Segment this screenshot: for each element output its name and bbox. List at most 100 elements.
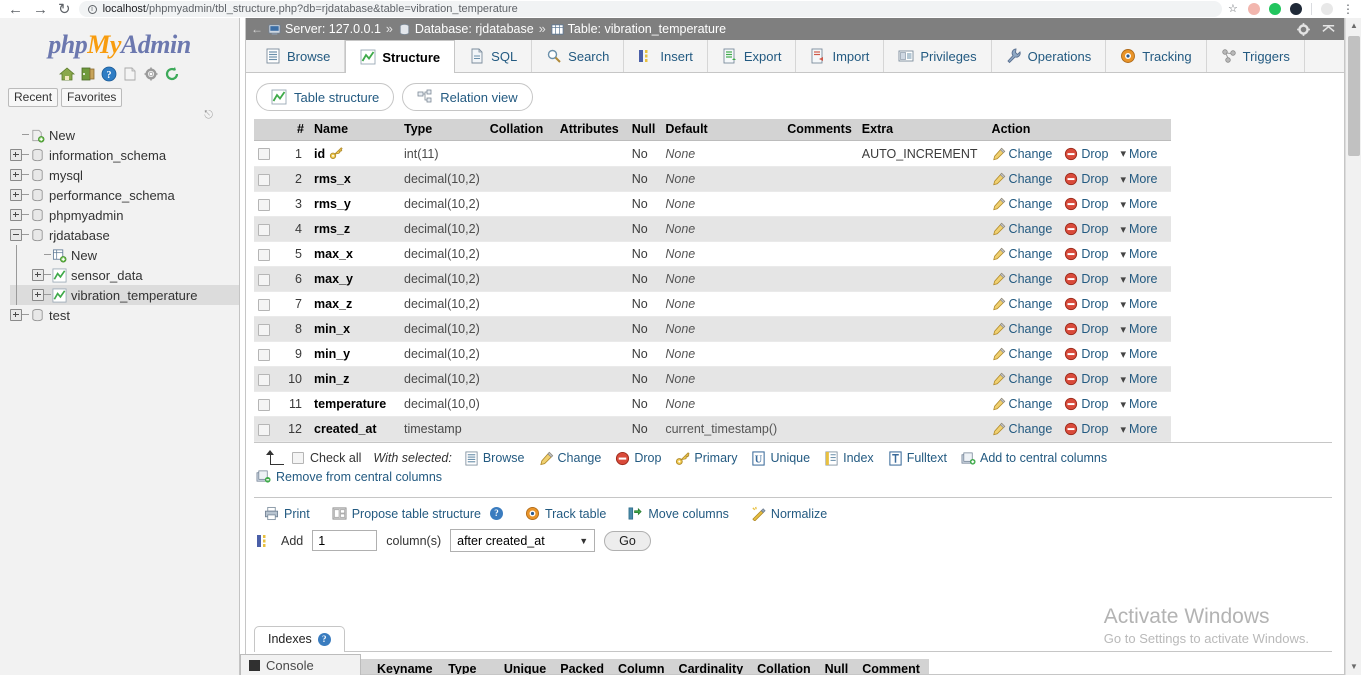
phpmyadmin-logo[interactable]: phpMyAdmin [0,18,239,64]
more-link[interactable]: ▾ More [1120,422,1157,436]
extension-icon-1[interactable] [1248,3,1260,15]
change-link[interactable]: Change [992,322,1052,336]
change-link[interactable]: Change [992,297,1052,311]
check-all-label[interactable]: Check all [310,451,361,465]
tree-node-new[interactable]: New [10,125,239,145]
change-link[interactable]: Change [992,397,1052,411]
more-link[interactable]: ▾ More [1120,272,1157,286]
tree-node-phpmyadmin[interactable]: phpmyadmin [10,205,239,225]
row-checkbox[interactable] [258,398,270,411]
add-column-position-select[interactable]: after created_at ▼ [450,529,596,552]
drop-link[interactable]: Drop [1064,247,1108,261]
header-default[interactable]: Default [661,119,784,141]
nav-tab-favorites[interactable]: Favorites [61,88,123,107]
change-link[interactable]: Change [992,197,1052,211]
header-collation[interactable]: Collation [485,119,556,141]
breadcrumb-server[interactable]: Server: 127.0.0.1 [268,22,381,36]
row-checkbox[interactable] [258,248,270,261]
ops-move-columns[interactable]: Move columns [628,506,729,521]
table-row[interactable]: 6 max_y decimal(10,2) No None Change Drop ▾ More [254,266,1172,292]
subtab-relation-view[interactable]: Relation view [402,83,533,111]
tree-node-label[interactable]: test [49,308,70,323]
add-column-count-input[interactable] [312,530,378,551]
tree-node-label[interactable]: rjdatabase [49,228,110,243]
tree-node-label[interactable]: information_schema [49,148,166,163]
with-selected-primary[interactable]: Primary [675,451,737,466]
tree-node-mysql[interactable]: mysql [10,165,239,185]
row-checkbox[interactable] [258,348,270,361]
gear-icon[interactable] [1296,22,1311,37]
change-link[interactable]: Change [992,247,1052,261]
with-selected-drop[interactable]: Drop [615,451,661,466]
table-row[interactable]: 1 id int(11) No None AUTO_INCREMENT Change Drop… [254,140,1172,167]
reload-icon[interactable]: ↻ [58,2,71,17]
ops-propose-table-structure[interactable]: Propose table structure? [332,506,503,521]
collapse-up-icon[interactable] [1321,22,1336,37]
tab-browse[interactable]: Browse [251,40,346,72]
row-checkbox[interactable] [258,323,270,336]
more-link[interactable]: ▾ More [1120,147,1157,161]
tab-insert[interactable]: Insert [624,40,708,72]
browser-menu-icon[interactable]: ⋮ [1342,3,1354,15]
remove-from-central-columns-link[interactable]: Remove from central columns [256,469,442,484]
tree-node-label[interactable]: mysql [49,168,83,183]
tree-node-label[interactable]: phpmyadmin [49,208,123,223]
help-icon[interactable]: ? [489,507,503,520]
profile-avatar[interactable] [1321,3,1333,15]
change-link[interactable]: Change [992,172,1052,186]
with-selected-index[interactable]: Index [824,451,874,466]
with-selected-unique[interactable]: U Unique [751,450,810,466]
with-selected-fulltext[interactable]: Fulltext [888,450,947,466]
tree-node-information-schema[interactable]: information_schema [10,145,239,165]
expand-icon[interactable] [10,149,22,161]
tree-node-rjdatabase[interactable]: rjdatabase [10,225,239,245]
scroll-thumb[interactable] [1348,36,1360,156]
scroll-up-arrow[interactable]: ▲ [1346,18,1361,34]
indexes-tab[interactable]: Indexes ? [254,626,345,652]
more-link[interactable]: ▾ More [1120,347,1157,361]
header-attributes[interactable]: Attributes [555,119,628,141]
ops-normalize[interactable]: Normalize [751,506,827,521]
docs-icon[interactable] [122,66,138,82]
console-bar[interactable]: Console [240,654,361,675]
tab-privileges[interactable]: Privileges [884,40,992,72]
tab-search[interactable]: Search [532,40,625,72]
tree-node-new[interactable]: New [10,245,239,265]
tab-sql[interactable]: SQL [455,40,533,72]
row-checkbox[interactable] [258,173,270,186]
drop-link[interactable]: Drop [1064,147,1108,161]
tab-import[interactable]: Import [796,40,885,72]
tab-operations[interactable]: Operations [992,40,1107,72]
bookmark-star-icon[interactable]: ☆ [1228,3,1239,15]
help-icon[interactable]: ? [317,632,331,646]
header-comments[interactable]: Comments [783,119,858,141]
table-row[interactable]: 3 rms_y decimal(10,2) No None Change Drop ▾ More [254,191,1172,217]
nav-tab-recent[interactable]: Recent [8,88,59,107]
tab-tracking[interactable]: Tracking [1106,40,1207,72]
more-link[interactable]: ▾ More [1120,247,1157,261]
row-checkbox[interactable] [258,198,270,211]
extension-icon-2[interactable] [1269,3,1281,15]
tree-node-performance-schema[interactable]: performance_schema [10,185,239,205]
table-row[interactable]: 8 min_x decimal(10,2) No None Change Drop ▾ More [254,316,1172,342]
with-selected-browse[interactable]: Browse [464,451,525,466]
drop-link[interactable]: Drop [1064,422,1108,436]
drop-link[interactable]: Drop [1064,372,1108,386]
logout-icon[interactable] [80,66,96,82]
header-num[interactable]: # [276,119,310,141]
table-row[interactable]: 12 created_at timestamp No current_timestamp… [254,416,1172,442]
scroll-down-arrow[interactable]: ▼ [1346,659,1361,675]
with-selected-add-to-central-columns[interactable]: Add to central columns [961,451,1107,466]
tree-node-label[interactable]: New [71,248,97,263]
ops-track-table[interactable]: Track table [525,506,606,521]
tree-node-test[interactable]: test [10,305,239,325]
settings-icon[interactable] [143,66,159,82]
tree-node-label[interactable]: sensor_data [71,268,143,283]
drop-link[interactable]: Drop [1064,347,1108,361]
header-null[interactable]: Null [627,119,662,141]
more-link[interactable]: ▾ More [1120,197,1157,211]
header-extra[interactable]: Extra [857,119,988,141]
expand-icon[interactable] [10,209,22,221]
tab-export[interactable]: Export [708,40,797,72]
back-arrow-icon[interactable]: ← [8,2,23,17]
